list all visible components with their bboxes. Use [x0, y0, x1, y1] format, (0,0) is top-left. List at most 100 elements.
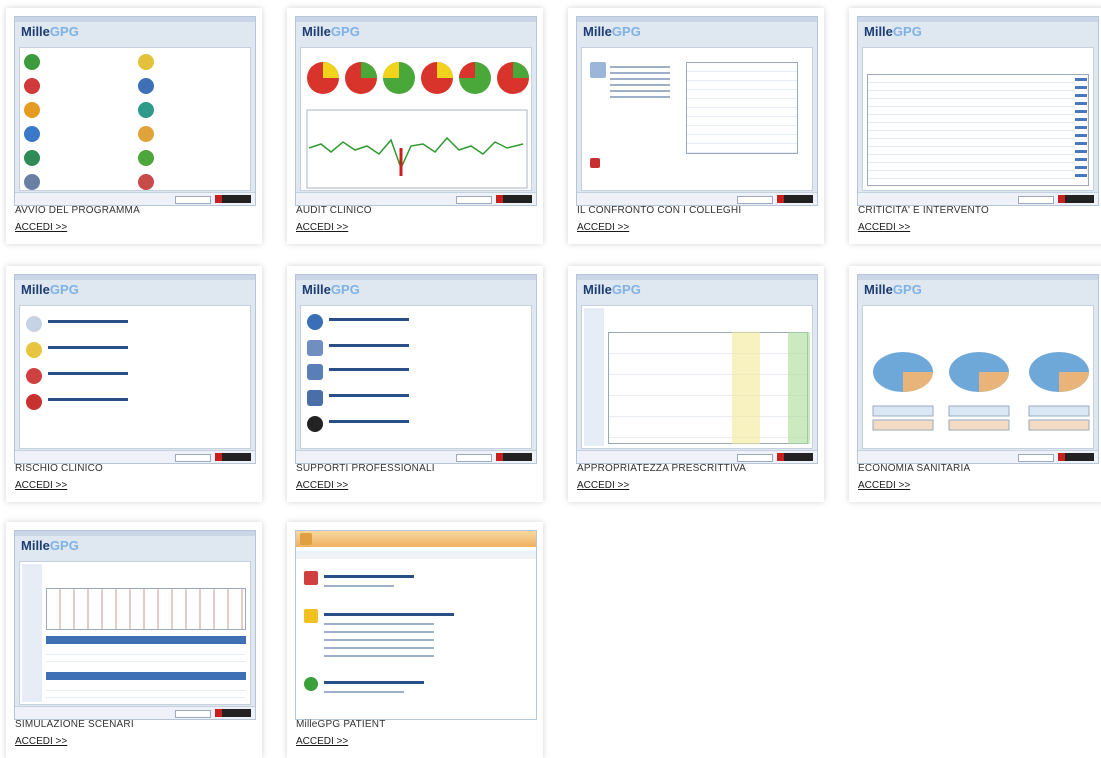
window-footer: [15, 706, 255, 719]
screenshot-thumbnail[interactable]: MilleGPG: [14, 16, 256, 206]
window-footer: [15, 450, 255, 463]
screenshot-thumbnail[interactable]: MilleGPG: [295, 16, 537, 206]
millegpg-logo: MilleGPG: [302, 282, 360, 297]
thumbnail-content: [581, 305, 813, 449]
opzioni-icon: [24, 174, 40, 190]
card-title: APPROPRIATEZZA PRESCRITTIVA: [577, 463, 746, 474]
accedi-link[interactable]: ACCEDI >>: [577, 480, 629, 491]
card-title: SIMULAZIONE SCENARI: [15, 719, 134, 730]
scenario-grid: [46, 588, 246, 630]
card-title: CRITICITA' E INTERVENTO: [858, 205, 989, 216]
pie-charts: [872, 352, 1090, 431]
prisma-icon: [307, 390, 323, 406]
window-footer: [858, 192, 1098, 205]
highlight-column-yellow: [732, 332, 760, 444]
screenshot-thumbnail[interactable]: MilleGPG: [576, 16, 818, 206]
criticita-grid: [867, 74, 1089, 186]
accedi-link[interactable]: ACCEDI >>: [296, 480, 348, 491]
accedi-link[interactable]: ACCEDI >>: [858, 480, 910, 491]
card-appropriatezza-prescrittiva: MilleGPG APPROPRIATEZZA PRESCRITTIVA ACC…: [568, 266, 824, 502]
millegpg-logo: MilleGPG: [21, 282, 79, 297]
patient-toolbar: [296, 551, 536, 559]
brand-badge: [777, 195, 813, 203]
guide-button: [456, 454, 492, 462]
window-titlebar: [15, 531, 255, 536]
rischio-icon: [24, 78, 40, 94]
criticita-icon: [138, 54, 154, 70]
screenshot-thumbnail[interactable]: MilleGPG: [857, 274, 1099, 464]
brand-badge: [777, 453, 813, 461]
window-titlebar: [577, 17, 817, 22]
thumbnail-content: [300, 47, 532, 191]
card-supporti-professionali: MilleGPG SUPPORTI PROFESSIONALI ACCEDI >…: [287, 266, 543, 502]
screenshot-thumbnail[interactable]: MilleGPG: [14, 530, 256, 720]
indicator-column: [1075, 78, 1087, 182]
accedi-link[interactable]: ACCEDI >>: [296, 222, 348, 233]
window-footer: [858, 450, 1098, 463]
accedi-link[interactable]: ACCEDI >>: [15, 222, 67, 233]
alert-icon: [590, 158, 600, 168]
audit-icon: [24, 54, 40, 70]
accedi-link[interactable]: ACCEDI >>: [15, 480, 67, 491]
card-title: MilleGPG PATIENT: [296, 719, 386, 730]
thumbnail-content: [581, 47, 813, 191]
window-footer: [296, 450, 536, 463]
accedi-link[interactable]: ACCEDI >>: [577, 222, 629, 233]
screenshot-thumbnail[interactable]: MilleGPG: [295, 274, 537, 464]
window-footer: [15, 192, 255, 205]
card-title: AVVIO DEL PROGRAMMA: [15, 205, 140, 216]
card-title: ECONOMIA SANITARIA: [858, 463, 971, 474]
millegpg-logo: MilleGPG: [583, 24, 641, 39]
screenshot-thumbnail[interactable]: MilleGPG: [857, 16, 1099, 206]
section-rows: [46, 684, 246, 702]
card-title: SUPPORTI PROFESSIONALI: [296, 463, 435, 474]
accedi-link[interactable]: ACCEDI >>: [296, 736, 348, 747]
prescription-table: [608, 332, 808, 444]
questionario-icon: [307, 364, 323, 380]
brand-badge: [496, 195, 532, 203]
window-titlebar: [858, 275, 1098, 280]
thumbnail-content: [300, 305, 532, 449]
guide-button: [737, 196, 773, 204]
guide-button: [175, 454, 211, 462]
card-millegpg-patient: MilleGPG PATIENT ACCEDI >>: [287, 522, 543, 758]
thumbnail-content: [19, 305, 251, 449]
card-rischio-clinico: MilleGPG RISCHIO CLINICO ACCEDI >>: [6, 266, 262, 502]
warning-icon: [304, 609, 318, 623]
card-title: IL CONFRONTO CON I COLLEGHI: [577, 205, 742, 216]
gauge-row: [307, 62, 529, 94]
millegpg-logo: MilleGPG: [583, 282, 641, 297]
accedi-link[interactable]: ACCEDI >>: [15, 736, 67, 747]
card-avvio-programma: MilleGPG AVVIO DEL PROGRAMMA ACCEDI >>: [6, 8, 262, 244]
millegpg-logo: MilleGPG: [864, 282, 922, 297]
simulazioni-icon: [138, 78, 154, 94]
window-titlebar: [296, 275, 536, 280]
card-economia-sanitaria: MilleGPG ECONOMIA SANITARIA ACCEDI >>: [849, 266, 1101, 502]
millegpg-logo: MilleGPG: [21, 24, 79, 39]
window-footer: [577, 192, 817, 205]
guide-button: [456, 196, 492, 204]
rischio-cardio-icon: [26, 394, 42, 410]
economia-icon: [24, 150, 40, 166]
side-panel: [584, 308, 604, 446]
highlight-column-green: [788, 332, 810, 444]
window-titlebar: [15, 17, 255, 22]
info-icon: [590, 62, 606, 78]
brand-badge: [1058, 195, 1094, 203]
guide-button: [1018, 454, 1054, 462]
prescrizione-icon: [24, 102, 40, 118]
report-icon: [138, 102, 154, 118]
guide-button: [1018, 196, 1054, 204]
screenshot-thumbnail[interactable]: MilleGPG: [14, 274, 256, 464]
accedi-link[interactable]: ACCEDI >>: [858, 222, 910, 233]
gauges-and-chart: [306, 62, 529, 189]
screenshot-thumbnail[interactable]: MilleGPG: [576, 274, 818, 464]
check-icon: [304, 677, 318, 691]
section-header: [46, 672, 246, 680]
card-title: AUDIT CLINICO: [296, 205, 372, 216]
pazienti-icon: [138, 150, 154, 166]
window-footer: [296, 192, 536, 205]
screenshot-thumbnail[interactable]: [295, 530, 537, 720]
card-audit-clinico: MilleGPG AUDIT CLINICO ACCEDI >>: [287, 8, 543, 244]
patient-header: [296, 531, 536, 547]
